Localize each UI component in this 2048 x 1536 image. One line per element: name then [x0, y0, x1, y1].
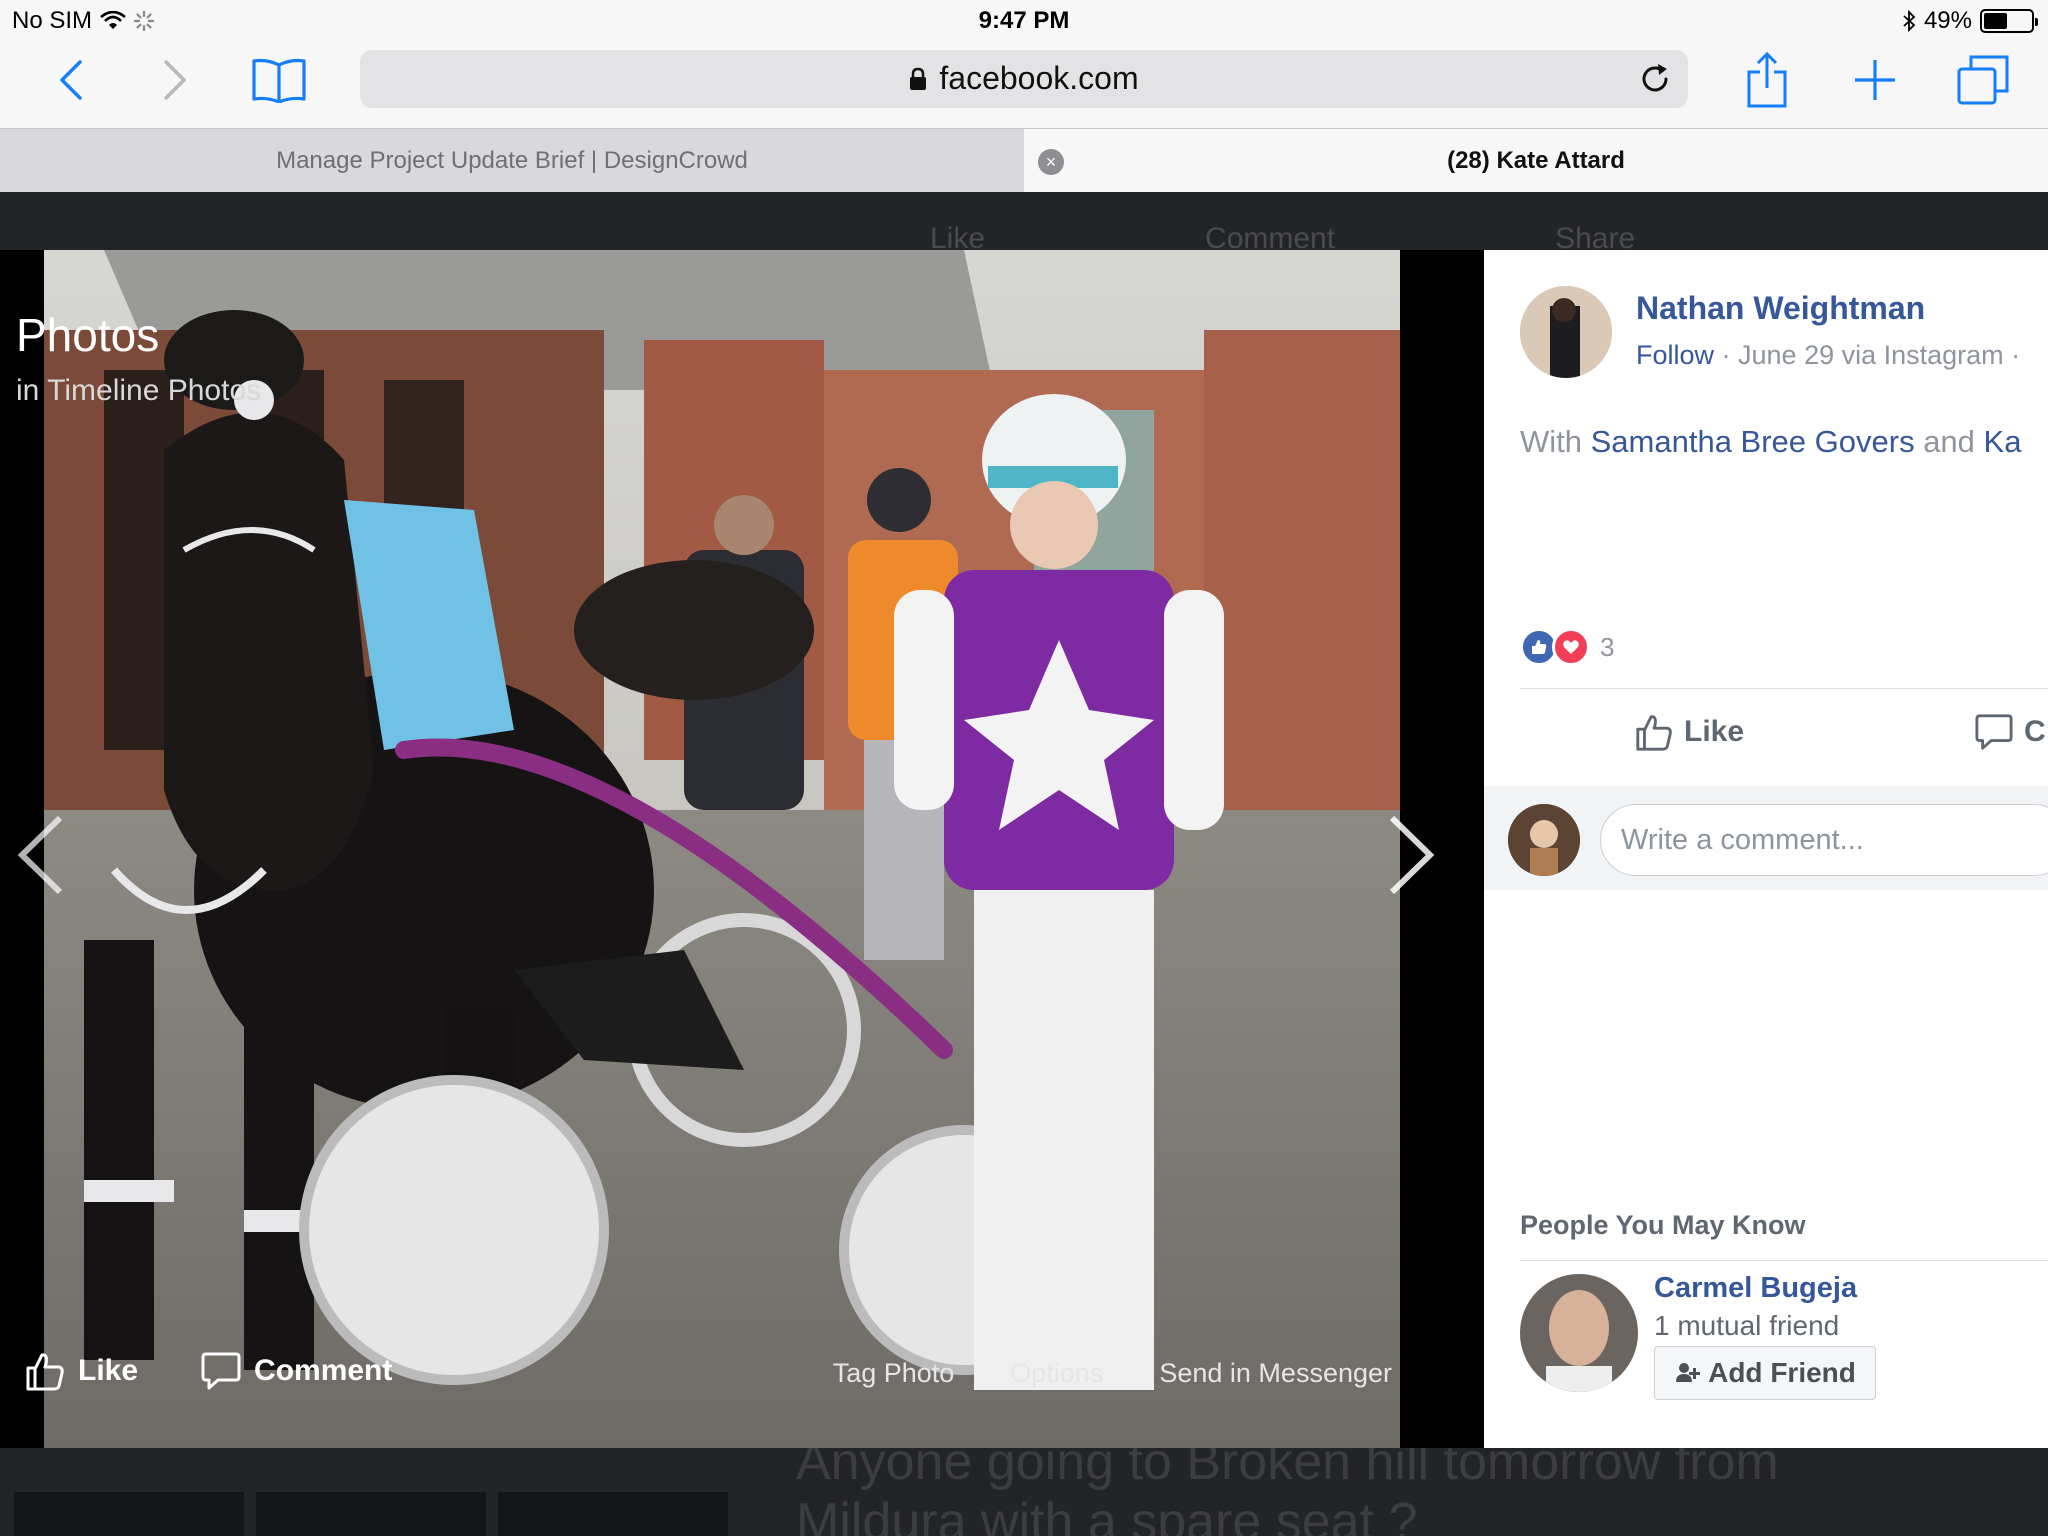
- post-actions: Like C: [1634, 712, 2046, 752]
- lock-icon: [910, 67, 927, 90]
- viewer-comment-label: Comment: [254, 1354, 393, 1387]
- viewer-album-link[interactable]: in Timeline Photos: [16, 374, 261, 408]
- comment-input[interactable]: [1600, 804, 2048, 876]
- url-text: facebook.com: [939, 60, 1139, 96]
- background-tile: [14, 1492, 244, 1536]
- battery-icon: [1980, 9, 2038, 33]
- next-photo-icon[interactable]: [1380, 810, 1440, 900]
- divider: [1520, 1260, 2048, 1261]
- tabs-button[interactable]: [1948, 50, 2018, 110]
- back-button[interactable]: [36, 50, 106, 110]
- previous-photo-icon[interactable]: [12, 810, 72, 900]
- background-tile: [498, 1492, 728, 1536]
- avatar[interactable]: [1520, 286, 1612, 378]
- avatar: [1508, 804, 1580, 876]
- reaction-count: 3: [1600, 631, 1615, 662]
- background-post-line-2: Mildura with a spare seat ?: [796, 1493, 1418, 1536]
- forward-button[interactable]: [140, 50, 210, 110]
- add-friend-icon: [1676, 1363, 1701, 1382]
- post-meta: Follow · June 29 via Instagram ·: [1636, 340, 2020, 371]
- with-prefix: With: [1520, 424, 1591, 459]
- bookmarks-button[interactable]: [244, 50, 314, 110]
- tagged-person-link[interactable]: Ka: [1984, 424, 2022, 459]
- avatar-image: [1520, 286, 1612, 378]
- mutual-friends[interactable]: 1 mutual friend: [1654, 1310, 1839, 1342]
- viewer-like-label: Like: [78, 1354, 139, 1387]
- people-you-may-know-title: People You May Know: [1520, 1210, 1806, 1240]
- author-name[interactable]: Nathan Weightman: [1636, 290, 1925, 327]
- bluetooth-icon: [1903, 10, 1916, 32]
- battery-level: [1984, 13, 2007, 29]
- add-friend-label: Add Friend: [1708, 1357, 1856, 1388]
- send-in-messenger-link[interactable]: Send in Messenger: [1159, 1358, 1392, 1389]
- photo[interactable]: [44, 250, 1400, 1448]
- suggested-friend-name[interactable]: Carmel Bugeja: [1654, 1272, 1857, 1305]
- battery-percent: 49%: [1923, 7, 1972, 34]
- status-right: 49%: [1902, 7, 2038, 35]
- comment-bubble-icon: [1975, 714, 2013, 750]
- browser-toolbar: facebook.com: [0, 40, 2048, 128]
- background-tile: [256, 1492, 486, 1536]
- reactions-summary[interactable]: 3: [1520, 628, 1614, 666]
- status-bar: No SIM 9:47 PM 49%: [0, 0, 2048, 40]
- share-icon: [1747, 52, 1787, 108]
- comment-composer: [1484, 786, 2048, 890]
- tab-bar: Manage Project Update Brief | DesignCrow…: [0, 128, 2048, 193]
- photo-details-panel: Nathan Weightman Follow · June 29 via In…: [1484, 250, 2048, 1448]
- options-link[interactable]: Options: [1010, 1358, 1103, 1389]
- commenter-avatar-image: [1508, 804, 1580, 876]
- tab-kate-attard[interactable]: (28) Kate Attard: [1024, 129, 2048, 193]
- love-reaction-icon: [1552, 628, 1590, 666]
- follow-link[interactable]: Follow: [1636, 340, 1714, 370]
- close-tab-icon[interactable]: ×: [1038, 149, 1064, 175]
- comment-bubble-icon: [201, 1352, 241, 1390]
- post-date: · June 29 via Instagram ·: [1714, 340, 2021, 370]
- friend-avatar-image: [1520, 1274, 1638, 1392]
- like-label: Like: [1684, 715, 1745, 748]
- viewer-comment-button[interactable]: Comment: [200, 1351, 392, 1391]
- url-display[interactable]: facebook.com: [360, 60, 1688, 97]
- new-tab-button[interactable]: [1840, 50, 1910, 110]
- viewer-title: Photos: [16, 309, 160, 361]
- with-and: and: [1914, 424, 1984, 459]
- tabs-icon: [1957, 55, 2009, 105]
- tab-designcrowd[interactable]: Manage Project Update Brief | DesignCrow…: [0, 129, 1024, 193]
- comment-label: C: [2024, 715, 2046, 748]
- status-time: 9:47 PM: [978, 7, 1070, 34]
- thumbs-up-icon: [26, 1353, 64, 1391]
- harness-racing-photo: [44, 250, 1400, 1448]
- bookmarks-icon: [252, 58, 306, 103]
- back-icon: [60, 60, 82, 100]
- viewer-like-button[interactable]: Like: [24, 1350, 138, 1392]
- divider: [1520, 688, 2048, 689]
- forward-icon: [164, 60, 186, 100]
- comment-button[interactable]: C: [1974, 712, 2046, 752]
- share-button[interactable]: [1732, 50, 1802, 110]
- avatar[interactable]: [1520, 1274, 1638, 1392]
- viewer-links: Tag Photo Options Send in Messenger: [833, 1358, 1392, 1389]
- address-bar[interactable]: facebook.com: [360, 50, 1688, 108]
- photo-viewer: Photos in Timeline Photos Like Comment T…: [0, 250, 1484, 1448]
- new-tab-icon: [1855, 60, 1895, 100]
- reload-icon[interactable]: [1636, 60, 1674, 98]
- like-button[interactable]: Like: [1634, 712, 1744, 752]
- tag-photo-link[interactable]: Tag Photo: [833, 1358, 955, 1389]
- viewer-actions: Like Comment: [24, 1350, 392, 1392]
- tagged-people: With Samantha Bree Govers and Ka: [1520, 424, 2021, 460]
- add-friend-button[interactable]: Add Friend: [1654, 1346, 1876, 1400]
- tagged-person-link[interactable]: Samantha Bree Govers: [1591, 424, 1915, 459]
- thumbs-up-icon: [1636, 715, 1672, 751]
